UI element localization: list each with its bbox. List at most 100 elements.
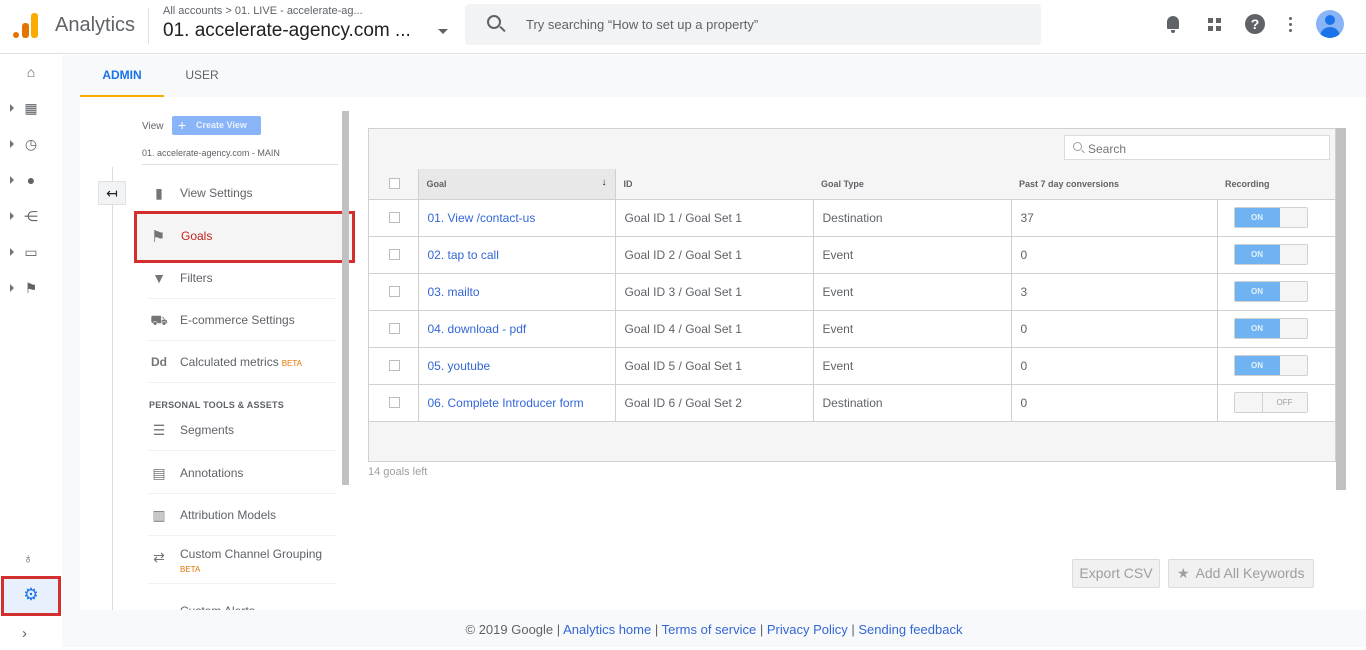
column-header-goal-type[interactable]: Goal Type: [813, 169, 1011, 200]
goal-type-cell: Destination: [813, 199, 1012, 237]
menu-label: Calculated metrics: [180, 355, 279, 369]
avatar[interactable]: [1316, 10, 1344, 38]
tab-admin[interactable]: ADMIN: [80, 55, 164, 97]
help-icon[interactable]: ?: [1245, 14, 1265, 34]
row-checkbox[interactable]: [389, 360, 400, 371]
goal-link[interactable]: 01. View /contact-us: [428, 211, 536, 225]
goal-id-cell: Goal ID 3 / Goal Set 1: [615, 273, 814, 311]
footer: © 2019 Google | Analytics home | Terms o…: [62, 610, 1366, 647]
flag-icon: ⚑: [151, 229, 166, 246]
conversions-cell: 0: [1011, 236, 1218, 274]
menu-calculated-metrics[interactable]: Dd Calculated metrics BETA: [148, 343, 336, 383]
chevron-down-icon[interactable]: [438, 29, 448, 34]
recording-toggle[interactable]: OFF: [1233, 392, 1308, 413]
recording-cell: OFF: [1217, 384, 1335, 422]
goal-link[interactable]: 02. tap to call: [428, 248, 499, 262]
analytics-logo-icon[interactable]: [13, 12, 39, 38]
apps-grid-icon[interactable]: [1205, 14, 1225, 34]
menu-goals-selected[interactable]: ⚑ Goals: [134, 211, 355, 263]
add-all-keywords-button[interactable]: ★ Add All Keywords: [1168, 559, 1314, 588]
table-row: 03. mailto Goal ID 3 / Goal Set 1 Event 3 ON: [369, 273, 1335, 311]
recording-toggle[interactable]: ON: [1233, 281, 1308, 302]
row-checkbox[interactable]: [389, 323, 400, 334]
row-select-cell: [369, 310, 419, 348]
recording-cell: ON: [1217, 273, 1335, 311]
nav-customization[interactable]: ▦: [0, 94, 62, 122]
beta-badge: BETA: [180, 565, 201, 574]
goals-search-input[interactable]: Search: [1064, 135, 1330, 160]
nav-conversions[interactable]: ⚑: [0, 274, 62, 302]
account-selector[interactable]: 01. accelerate-agency.com ...: [163, 20, 411, 42]
goal-id-cell: Goal ID 4 / Goal Set 1: [615, 310, 814, 348]
export-csv-button[interactable]: Export CSV: [1072, 559, 1160, 588]
admin-settings-button[interactable]: ⚙: [1, 576, 61, 616]
footer-link-feedback[interactable]: Sending feedback: [858, 622, 962, 637]
breadcrumb[interactable]: All accounts > 01. LIVE - accelerate-ag.…: [163, 5, 363, 17]
row-checkbox[interactable]: [389, 286, 400, 297]
expand-nav-chevron-icon[interactable]: ›: [22, 625, 27, 642]
column-header-recording[interactable]: Recording: [1217, 169, 1335, 200]
goal-link[interactable]: 05. youtube: [428, 359, 491, 373]
select-all-checkbox[interactable]: [389, 178, 400, 190]
expand-triangle-icon: [10, 248, 14, 256]
menu-filters[interactable]: ▼ Filters: [148, 259, 336, 299]
back-arrow-button[interactable]: ↤: [98, 181, 126, 205]
cart-icon: ⛟: [150, 312, 168, 328]
menu-view-settings[interactable]: ▮ View Settings: [148, 174, 336, 214]
nav-behavior[interactable]: ▭: [0, 238, 62, 266]
content-scrollbar[interactable]: [1336, 128, 1346, 490]
menu-ecommerce-settings[interactable]: ⛟ E-commerce Settings: [148, 301, 336, 341]
notifications-bell-icon[interactable]: [1163, 14, 1183, 34]
create-view-button[interactable]: + Create View: [172, 116, 261, 135]
calculated-metrics-icon: Dd: [151, 355, 167, 369]
goal-link[interactable]: 06. Complete Introducer form: [428, 396, 584, 410]
recording-toggle[interactable]: ON: [1233, 318, 1308, 339]
header-divider: [148, 8, 149, 44]
goal-name-cell: 05. youtube: [418, 347, 616, 385]
recording-toggle[interactable]: ON: [1233, 207, 1308, 228]
menu-annotations[interactable]: ▤ Annotations: [148, 454, 336, 494]
table-row: 02. tap to call Goal ID 2 / Goal Set 1 Eve…: [369, 236, 1335, 274]
goals-table-container: Search Goal ↓ ID Goal Type Past 7 day con…: [368, 128, 1336, 462]
goal-type-cell: Event: [813, 310, 1012, 348]
home-icon: ⌂: [26, 64, 36, 80]
goal-id-cell: Goal ID 1 / Goal Set 1: [615, 199, 814, 237]
menu-attribution-models[interactable]: ▥ Attribution Models: [148, 496, 336, 536]
goal-id-cell: Goal ID 2 / Goal Set 1: [615, 236, 814, 274]
menu-custom-channel-grouping[interactable]: ⇄ Custom Channel Grouping BETA: [148, 538, 336, 584]
column-header-goal[interactable]: Goal ↓: [417, 169, 616, 200]
recording-toggle[interactable]: ON: [1233, 244, 1308, 265]
menu-segments[interactable]: ☰ Segments: [148, 411, 336, 451]
goal-link[interactable]: 03. mailto: [428, 285, 480, 299]
goal-link[interactable]: 04. download - pdf: [428, 322, 527, 336]
nav-acquisition[interactable]: ⋲: [0, 202, 62, 230]
table-row: 06. Complete Introducer form Goal ID 6 / …: [369, 384, 1335, 422]
footer-link-terms[interactable]: Terms of service: [662, 622, 757, 637]
column-header-id[interactable]: ID: [615, 169, 813, 200]
global-search-input[interactable]: Try searching “How to set up a property”: [465, 4, 1041, 45]
recording-toggle[interactable]: ON: [1233, 355, 1308, 376]
row-checkbox[interactable]: [389, 397, 400, 408]
table-header-row: Goal ↓ ID Goal Type Past 7 day conversion…: [369, 169, 1335, 200]
menu-label: Segments: [180, 423, 235, 437]
discover-lightbulb-icon[interactable]: ♁: [23, 550, 37, 568]
section-heading: PERSONAL TOOLS & ASSETS: [149, 400, 284, 410]
view-selector[interactable]: 01. accelerate-agency.com - MAIN: [142, 148, 338, 165]
admin-column-scrollbar[interactable]: [342, 111, 349, 485]
nav-audience[interactable]: ●: [0, 166, 62, 194]
tab-user[interactable]: USER: [172, 55, 232, 97]
sort-arrow-icon: ↓: [601, 177, 607, 188]
footer-link-analytics-home[interactable]: Analytics home: [563, 622, 651, 637]
goals-table: Goal ↓ ID Goal Type Past 7 day conversion…: [369, 169, 1335, 422]
nav-realtime[interactable]: ◷: [0, 130, 62, 158]
acquisition-icon: ⋲: [24, 208, 38, 224]
footer-link-privacy[interactable]: Privacy Policy: [767, 622, 848, 637]
row-checkbox[interactable]: [389, 249, 400, 260]
more-options-icon[interactable]: [1281, 14, 1301, 34]
row-checkbox[interactable]: [389, 212, 400, 223]
expand-triangle-icon: [10, 140, 14, 148]
nav-home[interactable]: ⌂: [0, 58, 62, 86]
column-header-conversions[interactable]: Past 7 day conversions: [1011, 169, 1217, 200]
row-select-cell: [369, 384, 419, 422]
goal-type-cell: Destination: [813, 384, 1012, 422]
